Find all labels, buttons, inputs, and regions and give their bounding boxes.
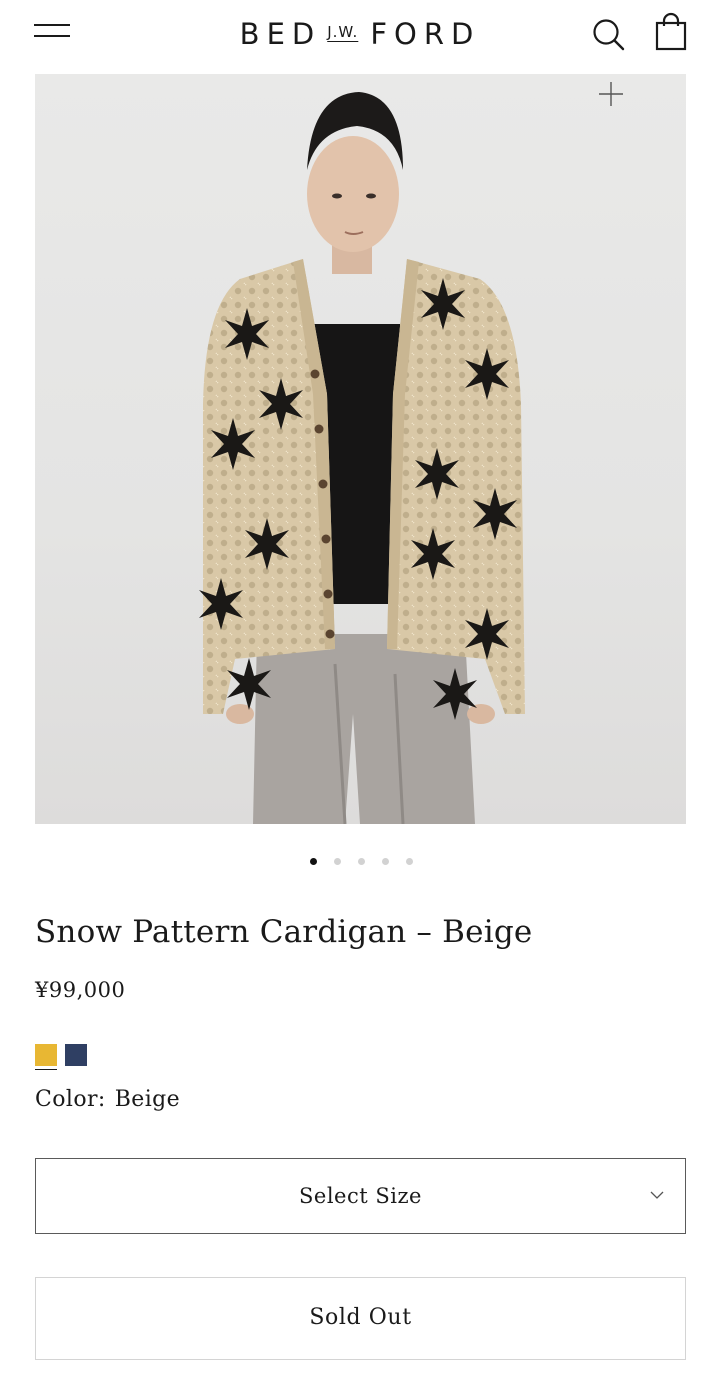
sold-out-label: Sold Out xyxy=(309,1305,412,1330)
pager-dot[interactable] xyxy=(309,858,317,865)
site-header: BED J.W. FORD xyxy=(0,0,720,66)
pager-dot[interactable] xyxy=(381,858,389,865)
chevron-down-icon xyxy=(650,1191,664,1199)
pager-dot[interactable] xyxy=(333,858,341,865)
menu-icon[interactable] xyxy=(34,20,72,44)
logo-text-right: FORD xyxy=(370,17,481,51)
image-pager xyxy=(0,855,720,869)
product-price: ¥99,000 xyxy=(35,978,126,1002)
pager-dot[interactable] xyxy=(357,858,365,865)
logo-text-middle: J.W. xyxy=(327,23,359,41)
pager-dot[interactable] xyxy=(405,858,413,865)
product-title: Snow Pattern Cardigan – Beige xyxy=(35,914,533,950)
color-swatch-beige[interactable] xyxy=(35,1044,57,1066)
color-value: Beige xyxy=(114,1087,181,1112)
cart-icon[interactable] xyxy=(652,12,690,52)
product-image[interactable] xyxy=(35,74,686,824)
search-icon[interactable] xyxy=(590,16,628,54)
selected-swatch-indicator xyxy=(35,1069,57,1070)
size-select-label: Select Size xyxy=(299,1184,422,1208)
size-select[interactable]: Select Size xyxy=(35,1158,686,1234)
color-label: Color: xyxy=(35,1087,106,1112)
color-selection: Color: Beige xyxy=(35,1087,180,1112)
plus-icon[interactable] xyxy=(597,80,625,108)
color-swatch-navy[interactable] xyxy=(65,1044,87,1066)
logo-text-left: BED xyxy=(239,17,322,51)
site-logo[interactable]: BED J.W. FORD xyxy=(200,14,520,54)
model-photo xyxy=(199,92,525,824)
sold-out-button[interactable]: Sold Out xyxy=(35,1277,686,1360)
